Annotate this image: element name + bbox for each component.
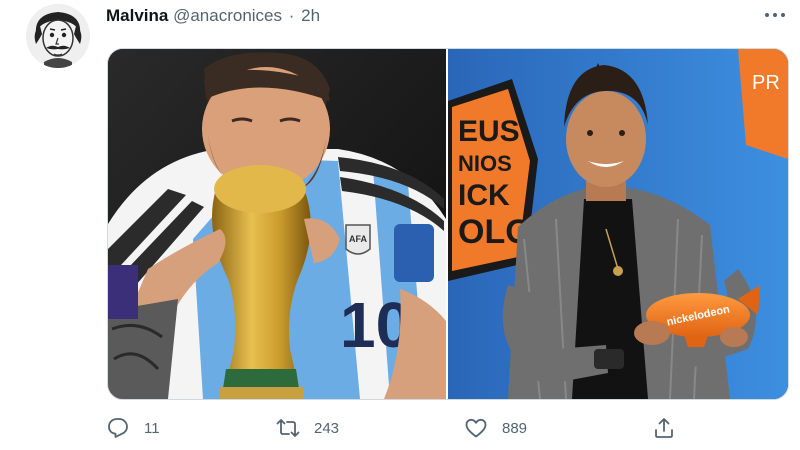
more-options-icon[interactable] xyxy=(762,4,788,24)
timestamp[interactable]: 2h xyxy=(301,6,320,25)
tweet-header: Malvina @anacronices · 2h xyxy=(106,6,320,26)
backdrop-text-1: EUS xyxy=(458,115,520,148)
jersey-badge-text: AFA xyxy=(349,234,368,244)
share-icon xyxy=(655,418,673,438)
avatar-illustration xyxy=(26,4,90,68)
backdrop-text-3: ICK xyxy=(458,179,510,212)
author-handle[interactable]: @anacronices xyxy=(173,6,282,25)
reply-button[interactable]: 11 xyxy=(106,414,160,442)
media-photo-right[interactable]: EUS NIOS ICK OLO odeon PR nickelodeon xyxy=(448,49,788,399)
retweet-button[interactable]: 243 xyxy=(276,414,339,442)
photo-messi-kissing-world-cup: AFA 10 xyxy=(108,49,446,399)
media-grid: AFA 10 EUS NIOS ICK OLO odeon PR nickelo… xyxy=(107,48,789,400)
reply-icon xyxy=(108,418,128,438)
media-photo-left[interactable]: AFA 10 xyxy=(108,49,446,399)
photo-neymar-holding-blimp-award: EUS NIOS ICK OLO odeon PR nickelodeon xyxy=(448,49,788,399)
share-button[interactable] xyxy=(652,414,676,442)
reply-count: 11 xyxy=(144,419,160,437)
tweet: Malvina @anacronices · 2h AFA 10 EUS NIO… xyxy=(0,0,800,450)
retweet-count: 243 xyxy=(314,419,340,437)
retweet-icon xyxy=(276,419,300,437)
avatar[interactable] xyxy=(26,4,90,68)
author-name[interactable]: Malvina xyxy=(106,6,168,25)
like-count: 889 xyxy=(502,419,528,437)
backdrop-word: odeon xyxy=(454,105,484,116)
heart-icon xyxy=(465,418,487,438)
separator-dot: · xyxy=(288,6,295,25)
like-button[interactable]: 889 xyxy=(464,414,527,442)
tweet-actions: 11 243 889 xyxy=(106,414,786,442)
backdrop-corner-text: PR xyxy=(752,72,780,94)
backdrop-text-2: NIOS xyxy=(458,151,512,176)
